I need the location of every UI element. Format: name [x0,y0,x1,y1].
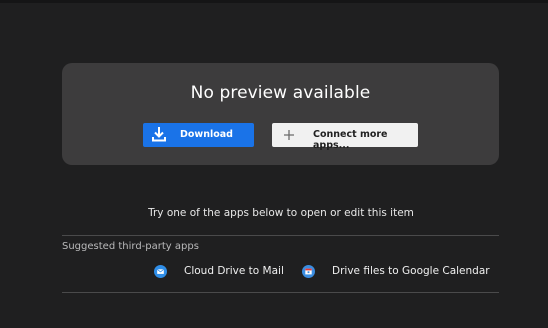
no-preview-card: No preview available Download Connect mo… [62,63,499,165]
app-drive-files-to-google-calendar[interactable]: Drive files to Google Calendar [302,263,490,279]
suggested-apps-heading: Suggested third-party apps [62,241,199,252]
download-button[interactable]: Download [143,123,254,147]
preview-title: No preview available [190,83,371,103]
plus-icon [283,129,295,141]
top-strip [0,0,548,3]
open-with-hint: Try one of the apps below to open or edi… [148,207,414,219]
app-label: Cloud Drive to Mail [184,265,284,277]
calendar-icon [302,264,315,278]
download-label: Download [180,129,233,140]
divider-bottom [62,292,499,293]
divider-top [62,235,499,236]
app-label: Drive files to Google Calendar [332,265,490,277]
app-cloud-drive-to-mail[interactable]: Cloud Drive to Mail [154,263,284,279]
connect-more-apps-button[interactable]: Connect more apps... [272,123,418,151]
mail-icon [154,264,167,278]
preview-page: No preview available Download Connect mo… [0,0,548,328]
connect-more-apps-label: Connect more apps... [313,129,388,151]
download-icon [152,126,166,142]
